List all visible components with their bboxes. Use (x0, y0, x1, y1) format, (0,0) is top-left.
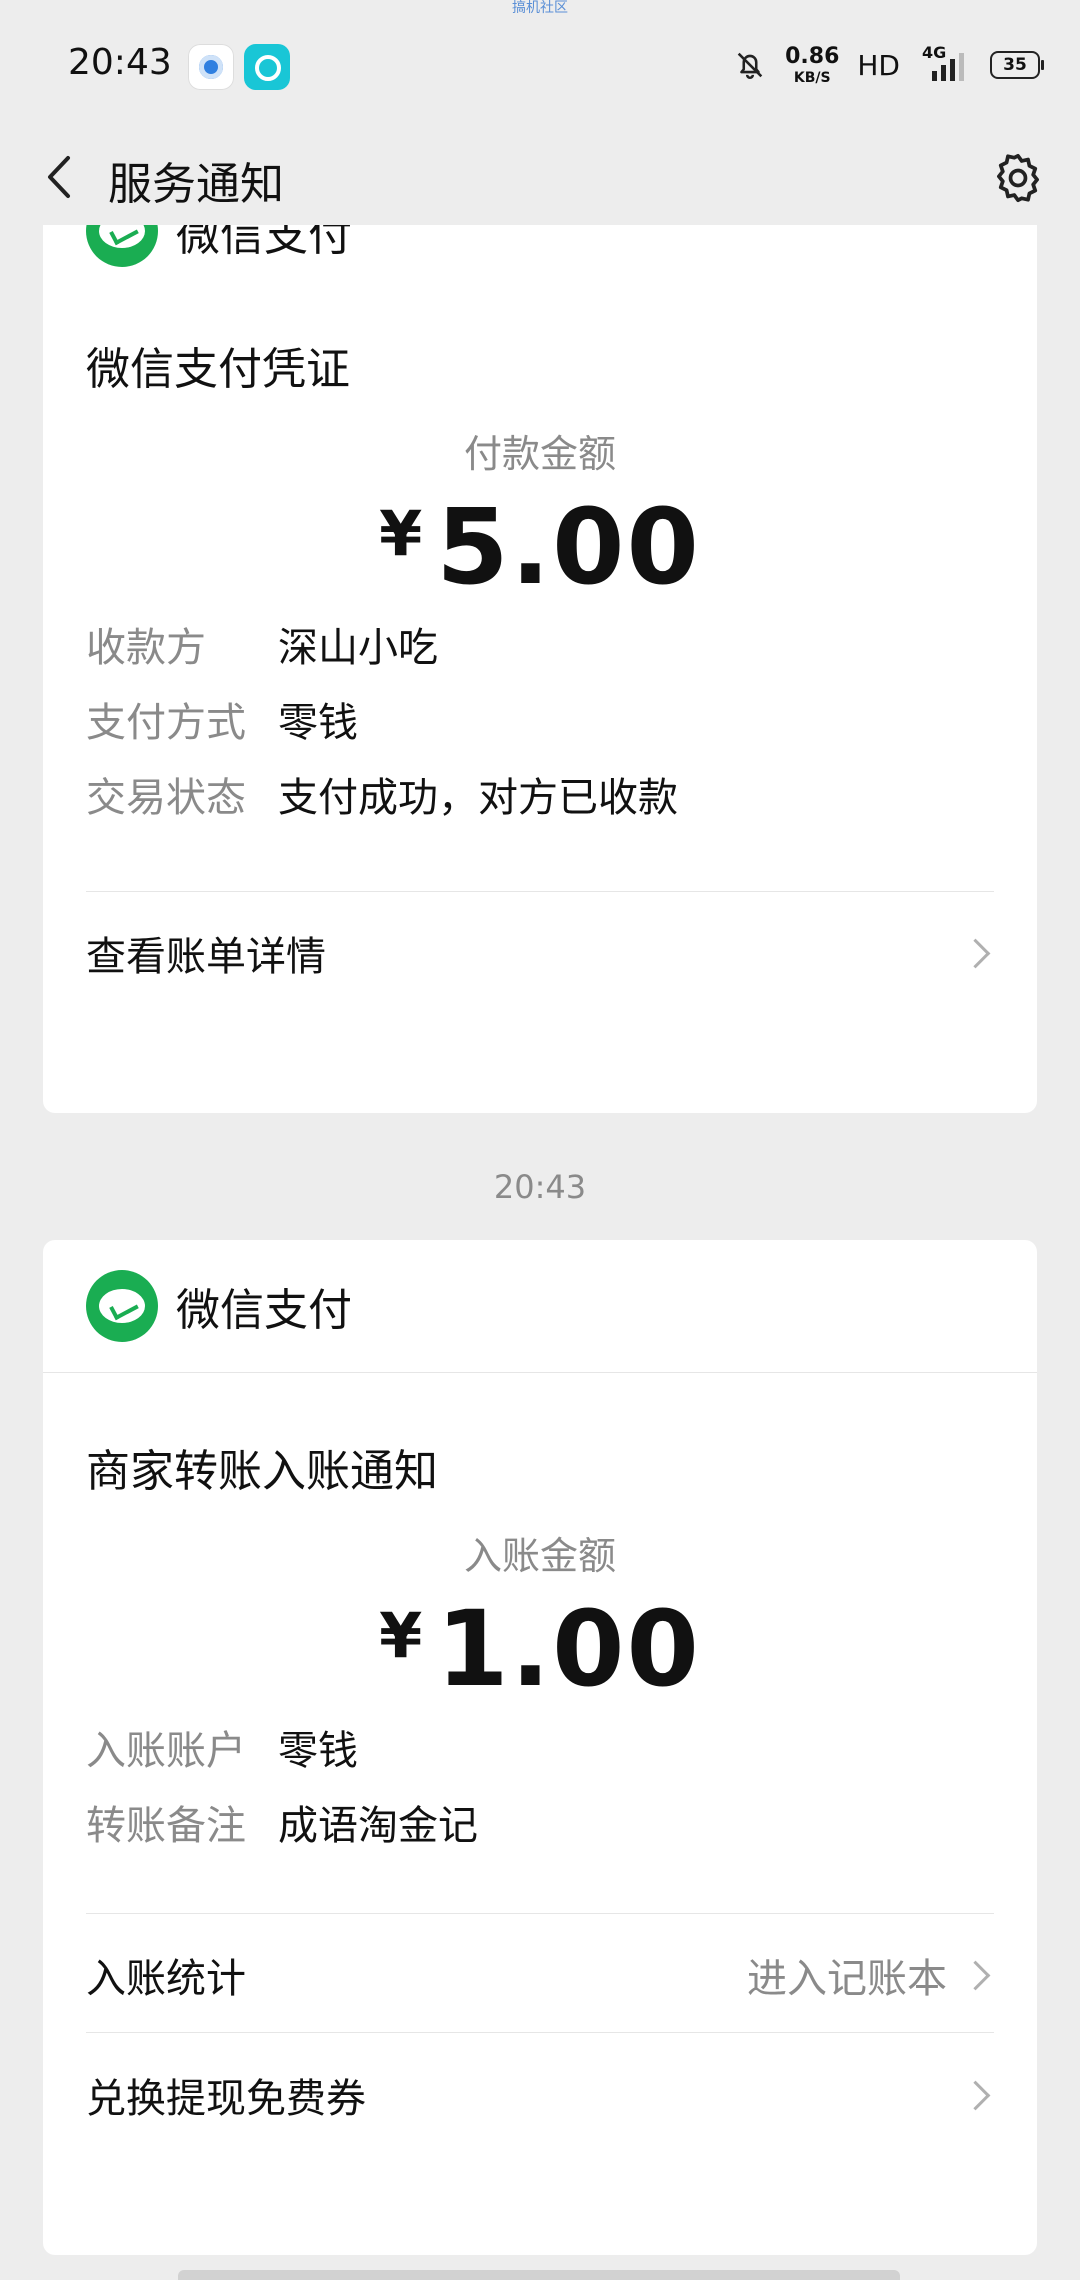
field-key: 入账账户 (86, 1728, 246, 1774)
amount-value: 5.00 (436, 486, 701, 608)
amount-value: 1.00 (436, 1588, 701, 1710)
field-transaction-status: 交易状态 支付成功，对方已收款 (86, 765, 678, 823)
field-account: 入账账户 零钱 (86, 1718, 358, 1776)
currency-symbol: ¥ (379, 497, 423, 570)
field-value: 支付成功，对方已收款 (278, 775, 678, 821)
message-timestamp: 20:43 (493, 1168, 587, 1206)
battery-icon: 35 (990, 51, 1044, 79)
bottom-scroll-hint (178, 2270, 900, 2280)
field-payment-method: 支付方式 零钱 (86, 690, 358, 748)
merchant-transfer-card[interactable]: 微信支付 商家转账入账通知 入账金额 ¥1.00 入账账户 零钱 转账备注 成语… (43, 1240, 1037, 2255)
page-title: 服务通知 (108, 159, 284, 210)
card-title: 商家转账入账通知 (86, 1446, 438, 1497)
redeem-coupon-row[interactable]: 兑换提现免费券 (86, 2050, 994, 2140)
chevron-right-icon (960, 1960, 991, 1990)
amount-label: 入账金额 (463, 1534, 616, 1578)
field-payee: 收款方 深山小吃 (86, 615, 438, 673)
amount-label: 付款金额 (463, 432, 616, 476)
field-key: 交易状态 (86, 775, 246, 821)
divider (43, 1372, 1037, 1373)
field-remark: 转账备注 成语淘金记 (86, 1793, 478, 1851)
row-label: 入账统计 (86, 1956, 246, 2002)
gear-icon[interactable] (990, 150, 1046, 206)
income-stats-row[interactable]: 入账统计 进入记账本 (86, 1930, 994, 2020)
brand-name: 微信支付 (176, 225, 352, 261)
card-title: 微信支付凭证 (86, 344, 350, 395)
hd-indicator: HD (857, 48, 900, 82)
field-value: 零钱 (278, 1728, 358, 1774)
field-value: 成语淘金记 (278, 1803, 478, 1849)
notification-feed[interactable]: 微信支付 微信支付凭证 付款金额 ¥5.00 收款方 深山小吃 支付方式 零钱 … (0, 225, 1080, 2280)
chevron-right-icon (960, 938, 991, 968)
card-brand: 微信支付 (86, 225, 352, 267)
signal-icon: 4G (918, 43, 972, 85)
amount: ¥1.00 (43, 1597, 1037, 1701)
payment-voucher-card[interactable]: 微信支付 微信支付凭证 付款金额 ¥5.00 收款方 深山小吃 支付方式 零钱 … (43, 225, 1037, 1113)
row-label: 兑换提现免费券 (86, 2076, 366, 2122)
amount: ¥5.00 (43, 495, 1037, 599)
row-label: 查看账单详情 (86, 934, 326, 980)
notification-app-icon-2 (244, 44, 290, 90)
field-key: 支付方式 (86, 700, 246, 746)
brand-name: 微信支付 (176, 1285, 352, 1336)
row-action: 进入记账本 (747, 1956, 947, 2002)
bell-muted-icon (737, 52, 763, 79)
view-bill-details-row[interactable]: 查看账单详情 (86, 908, 994, 998)
card-brand: 微信支付 (86, 1270, 352, 1342)
divider (86, 891, 994, 892)
wechat-pay-logo-icon (86, 1270, 158, 1342)
title-bar: 服务通知 (0, 130, 1080, 225)
status-time: 20:43 (68, 42, 172, 83)
back-arrow-icon[interactable] (38, 152, 88, 202)
notification-app-icon (188, 44, 234, 90)
network-speed: 0.86 KB/S (785, 43, 840, 86)
network-type: 4G (922, 43, 947, 62)
field-key: 收款方 (86, 625, 206, 671)
status-icons: 0.86 KB/S HD 4G 35 (733, 40, 1044, 90)
field-key: 转账备注 (86, 1803, 246, 1849)
field-value: 深山小吃 (278, 625, 438, 671)
chevron-right-icon (960, 2080, 991, 2110)
divider (86, 1913, 994, 1914)
speed-value: 0.86 (785, 43, 840, 69)
battery-level: 35 (1003, 55, 1027, 75)
divider (86, 2032, 994, 2033)
wechat-pay-logo-icon (86, 225, 158, 267)
currency-symbol: ¥ (379, 1599, 423, 1672)
status-bar: 20:43 0.86 KB/S HD 4G 35 (0, 0, 1080, 130)
speed-unit: KB/S (793, 69, 831, 86)
field-value: 零钱 (278, 700, 358, 746)
